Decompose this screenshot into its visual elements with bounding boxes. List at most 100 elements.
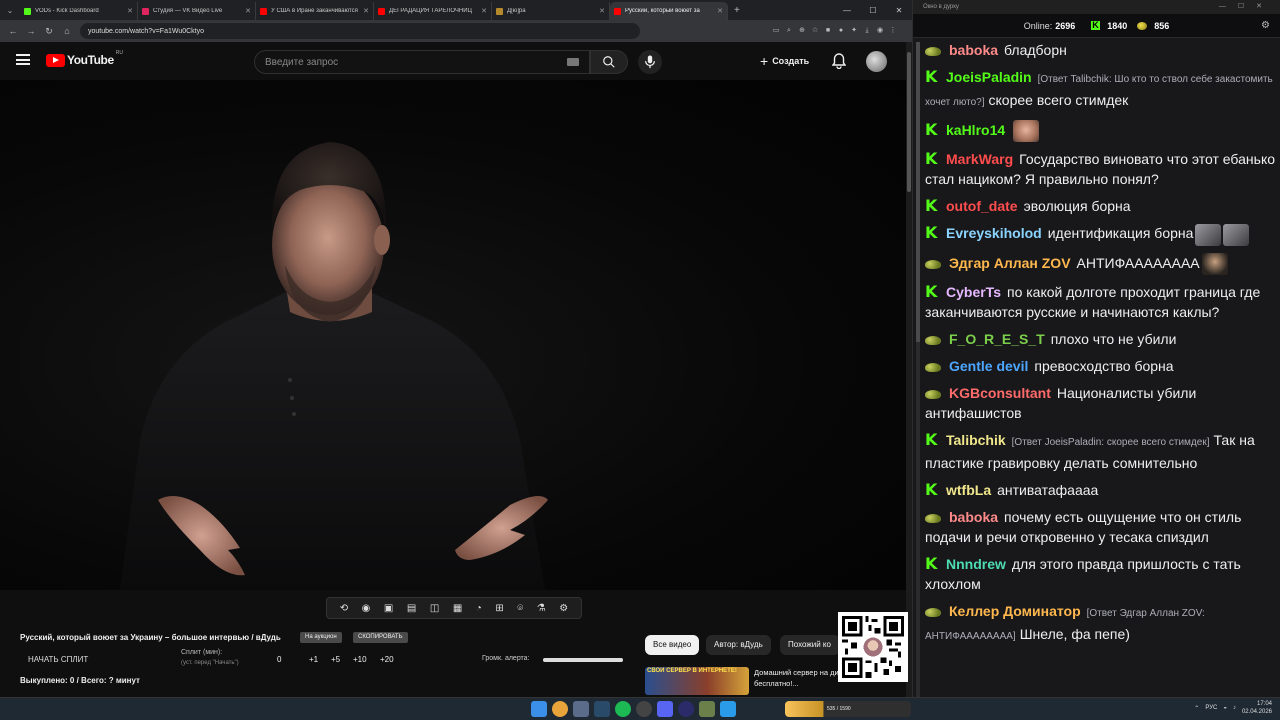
cinema-icon[interactable]: ▣ (384, 603, 393, 614)
auction-button[interactable]: На аукцион (300, 632, 342, 643)
app-icon[interactable] (573, 701, 589, 717)
back-icon[interactable]: ← (4, 26, 22, 36)
split-step-button[interactable]: +5 (331, 655, 340, 664)
tab-close-icon[interactable]: ✕ (481, 7, 487, 15)
profile-icon[interactable]: ◉ (875, 26, 885, 36)
chat-username[interactable]: wtfbLa (946, 482, 991, 498)
chat-username[interactable]: MarkWarg (946, 151, 1013, 167)
browser-tab[interactable]: VODs - Kick Dashboard ✕ (20, 2, 138, 20)
chat-settings-icon[interactable]: ⚙ (1261, 20, 1270, 31)
browser-tab[interactable]: Студия — VK Видео Live ✕ (138, 2, 256, 20)
picture-in-picture-icon[interactable]: ◫ (430, 603, 439, 614)
chat-username[interactable]: Evreyskiholod (946, 225, 1042, 241)
chat-username[interactable]: Келлер Доминатор (949, 603, 1081, 619)
puzzle-icon[interactable]: ✦ (849, 26, 859, 36)
chat-username[interactable]: Эдгар Аллан ZOV (949, 255, 1071, 271)
chat-username[interactable]: Nnndrew (946, 556, 1006, 572)
alert-volume-slider[interactable] (543, 658, 623, 662)
maximize-icon[interactable]: ☐ (860, 6, 886, 15)
split-step-button[interactable]: +10 (353, 655, 367, 664)
volume-icon[interactable]: ♪ (1233, 705, 1236, 711)
scrollbar-thumb[interactable] (907, 52, 911, 192)
filter-chip-author[interactable]: Автор: вДудь (706, 635, 771, 655)
account-avatar[interactable] (866, 51, 887, 72)
tray-arrow-icon[interactable]: ⌃ (1194, 705, 1199, 712)
taskbar-app-running[interactable]: 535 / 1590 (785, 701, 911, 717)
start-split-button[interactable]: НАЧАТЬ СПЛИТ (28, 655, 88, 664)
translate-icon[interactable]: ⊕ (797, 26, 807, 36)
broadcast-icon[interactable]: ◉ (362, 603, 371, 614)
loop-icon[interactable]: ⟲ (340, 603, 348, 614)
grid-icon[interactable]: ▦ (453, 603, 462, 614)
browser-tab[interactable]: ДЕГРАДАЦИЯ ТАРЕЛОЧНИЦ ✕ (374, 2, 492, 20)
split-step-button[interactable]: +20 (380, 655, 394, 664)
spotify-icon[interactable] (615, 701, 631, 717)
extension-icon[interactable]: ■ (823, 26, 833, 36)
tab-close-icon[interactable]: ✕ (245, 7, 251, 15)
chat-username[interactable]: baboka (949, 509, 998, 525)
telegram-icon[interactable] (720, 701, 736, 717)
network-icon[interactable]: ◒ (1223, 705, 1227, 711)
chat-username[interactable]: kaHlro14 (946, 122, 1005, 138)
film-icon[interactable]: ▤ (407, 603, 416, 614)
minimize-icon[interactable]: — (834, 6, 860, 15)
chat-username[interactable]: Talibchik (946, 432, 1006, 448)
reload-icon[interactable]: ↻ (40, 26, 58, 37)
notifications-button[interactable] (831, 53, 847, 74)
chrome-icon[interactable] (552, 701, 568, 717)
settings-icon[interactable]: ⚙ (559, 603, 568, 614)
add-icon[interactable]: ⊞ (495, 603, 503, 614)
tab-close-icon[interactable]: ✕ (717, 7, 723, 15)
filter-chip-all[interactable]: Все видео (645, 635, 700, 655)
ad-thumbnail[interactable]: СВОЙ СЕРВЕР В ИНТЕРНЕТЕ! (645, 667, 749, 695)
menu-icon[interactable]: ⋮ (888, 26, 898, 36)
obs-icon[interactable] (636, 701, 652, 717)
filter-chip-similar[interactable]: Похожий ко (780, 635, 840, 655)
speed-icon[interactable]: ◔ (476, 603, 482, 614)
url-field[interactable]: youtube.com/watch?v=Fa1Wu0Cktyo (80, 23, 640, 39)
chat-username[interactable]: F_O_R_E_S_T (949, 331, 1045, 347)
chat-window-controls[interactable]: —☐✕ (1219, 0, 1274, 14)
clock[interactable]: 17:04 02.04.2026 (1242, 700, 1272, 716)
copy-button[interactable]: СКОПИРОВАТЬ (353, 632, 408, 643)
search-button[interactable] (590, 50, 628, 74)
chat-username[interactable]: baboka (949, 42, 998, 58)
browser-tab[interactable]: У США в Иране заканчиваются ✕ (256, 2, 374, 20)
cast-icon[interactable]: ▭ (771, 26, 781, 36)
app-icon[interactable] (699, 701, 715, 717)
voice-search-button[interactable] (638, 50, 662, 74)
tab-close-icon[interactable]: ✕ (363, 7, 369, 15)
keyboard-icon[interactable] (567, 58, 579, 66)
create-button[interactable]: + Создать (760, 53, 809, 69)
close-icon[interactable]: ✕ (886, 6, 912, 15)
steam-icon[interactable] (594, 701, 610, 717)
chat-username[interactable]: outof_date (946, 198, 1018, 214)
language-indicator[interactable]: РУС (1205, 705, 1217, 711)
download-icon[interactable]: ⤓ (862, 26, 872, 36)
tab-close-icon[interactable]: ✕ (599, 7, 605, 15)
discord-icon[interactable] (657, 701, 673, 717)
tab-close-icon[interactable]: ✕ (127, 7, 133, 15)
youtube-logo[interactable]: YouTube RU (46, 50, 123, 67)
chat-username[interactable]: KGBconsultant (949, 385, 1051, 401)
chat-username[interactable]: Gentle devil (949, 358, 1028, 374)
chat-username[interactable]: CyberTs (946, 284, 1001, 300)
chat-scrollbar[interactable] (916, 42, 920, 697)
split-minutes-value[interactable]: 0 (277, 655, 281, 664)
video-player[interactable] (0, 80, 906, 590)
new-tab-button[interactable]: + (734, 5, 740, 16)
browser-tab[interactable]: Русский, который воюет за ✕ (610, 2, 728, 20)
browser-tab[interactable]: Д[ю]ра ✕ (492, 2, 610, 20)
hamburger-menu-icon[interactable] (16, 54, 30, 65)
chat-scrollbar-thumb[interactable] (916, 42, 920, 342)
camera-icon[interactable]: ⌾ (517, 603, 523, 614)
split-step-button[interactable]: +1 (309, 655, 318, 664)
start-icon[interactable] (531, 701, 547, 717)
forward-icon[interactable]: → (22, 26, 40, 36)
chat-username[interactable]: JoeisPaladin (946, 69, 1032, 85)
zoom-icon[interactable]: ⌕ (784, 26, 794, 36)
app-icon[interactable] (678, 701, 694, 717)
bookmark-star-icon[interactable]: ☆ (810, 26, 820, 36)
extension-icon[interactable]: ● (836, 26, 846, 36)
tab-search-icon[interactable]: ⌄ (0, 0, 20, 20)
